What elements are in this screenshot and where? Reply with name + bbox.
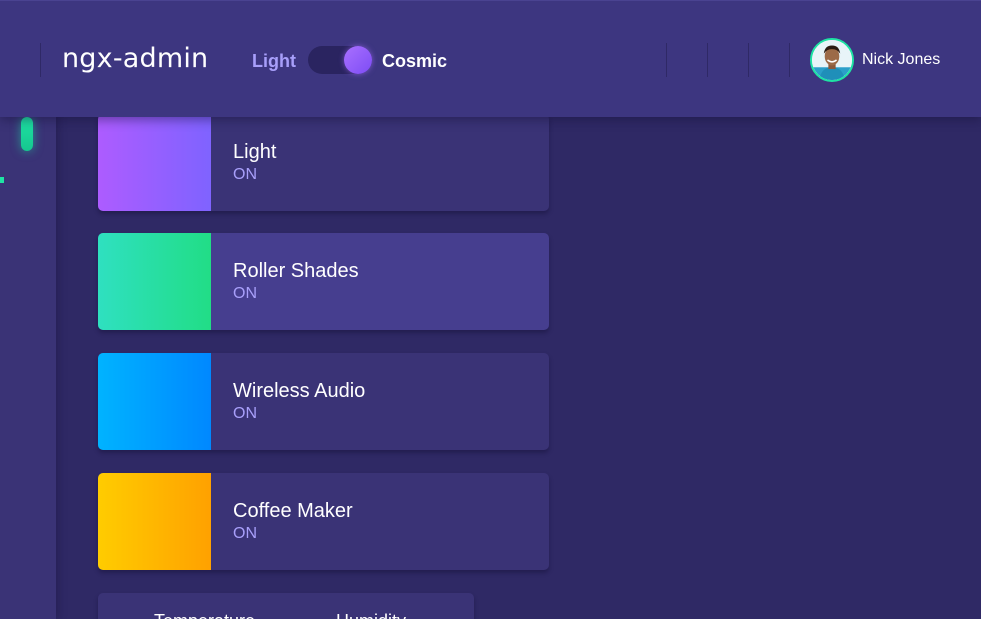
- status-card-status: ON: [233, 285, 257, 302]
- tab-temperature[interactable]: Temperature: [154, 611, 255, 619]
- header-divider: [748, 43, 749, 77]
- status-card-roller-shades[interactable]: Roller Shades ON: [98, 233, 549, 330]
- coffee-maker-icon: [98, 473, 211, 570]
- theme-cosmic-label[interactable]: Cosmic: [382, 51, 447, 72]
- status-card-status: ON: [233, 405, 257, 422]
- theme-toggle[interactable]: [308, 46, 372, 74]
- theme-light-label[interactable]: Light: [252, 51, 296, 72]
- user-name[interactable]: Nick Jones: [862, 51, 940, 69]
- header-divider: [666, 43, 667, 77]
- user-avatar-image: [812, 40, 852, 80]
- status-card-title: Coffee Maker: [233, 500, 353, 522]
- status-card-light[interactable]: Light ON: [98, 114, 549, 211]
- sidebar-active-indicator: [0, 177, 4, 183]
- status-card-title: Roller Shades: [233, 260, 359, 282]
- header-divider: [40, 43, 41, 77]
- light-bulb-icon: [98, 114, 211, 211]
- sidebar-scrollbar[interactable]: [21, 117, 33, 151]
- status-card-coffee-maker[interactable]: Coffee Maker ON: [98, 473, 549, 570]
- theme-toggle-knob: [344, 46, 372, 74]
- header-divider: [707, 43, 708, 77]
- user-avatar[interactable]: [810, 38, 854, 82]
- header: ngx-admin Light Cosmic Nick Jones: [0, 0, 981, 117]
- temperature-humidity-card: Temperature Humidity: [98, 593, 474, 619]
- status-card-status: ON: [233, 166, 257, 183]
- tab-humidity[interactable]: Humidity: [336, 611, 406, 619]
- status-card-title: Wireless Audio: [233, 380, 366, 402]
- status-card-status: ON: [233, 525, 257, 542]
- status-card-wireless-audio[interactable]: Wireless Audio ON: [98, 353, 549, 450]
- status-card-title: Light: [233, 141, 277, 163]
- app-title[interactable]: ngx-admin: [62, 43, 208, 74]
- header-divider: [789, 43, 790, 77]
- roller-shades-icon: [98, 233, 211, 330]
- wireless-audio-icon: [98, 353, 211, 450]
